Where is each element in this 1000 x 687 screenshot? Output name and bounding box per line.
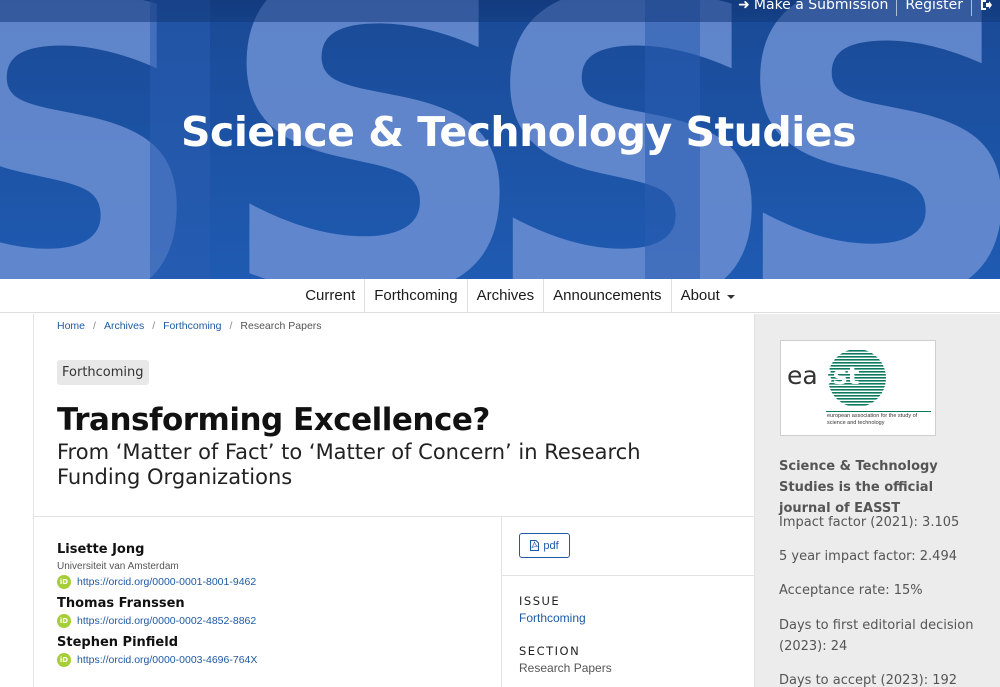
author-orcid: iD https://orcid.org/0000-0003-4696-764X [57,653,487,667]
issue-badge: Forthcoming [57,360,149,385]
author-name: Thomas Franssen [57,596,185,611]
author-name: Lisette Jong [57,542,145,557]
register-link[interactable]: Register [897,0,971,12]
nav-archives[interactable]: Archives [468,278,545,313]
orcid-link[interactable]: https://orcid.org/0000-0001-8001-9462 [77,576,256,588]
article-main: Home / Archives / Forthcoming / Research… [33,314,755,687]
easst-tagline: european association for the study of sc… [827,413,918,426]
logout-icon[interactable] [972,0,1000,11]
issue-label: ISSUE [519,594,561,608]
nav-about[interactable]: About [672,279,744,313]
author-name: Stephen Pinfield [57,635,179,650]
nav-forthcoming[interactable]: Forthcoming [365,278,468,313]
file-pdf-icon [530,540,540,551]
orcid-link[interactable]: https://orcid.org/0000-0003-4696-764X [77,654,257,666]
article-title: Transforming Excellence? [57,402,490,438]
site-header: S S S S ➜ Make a Submission Register Sci… [0,0,1000,279]
author-item: Lisette Jong Universiteit van Amsterdam … [57,542,487,589]
metric-days-first-decision: Days to first editorial decision (2023):… [779,618,974,654]
breadcrumb-home[interactable]: Home [57,320,85,332]
author-orcid: iD https://orcid.org/0000-0001-8001-9462 [57,575,487,589]
easst-word-right: sst [817,361,860,390]
site-title[interactable]: Science & Technology Studies [0,108,1000,156]
author-item: Thomas Franssen iD https://orcid.org/000… [57,596,487,628]
nav-announcements[interactable]: Announcements [544,278,672,313]
metric-days-accept: Days to accept (2023): 192 [779,673,958,687]
issue-link[interactable]: Forthcoming [519,611,586,625]
orcid-icon: iD [57,653,71,667]
pdf-label: pdf [543,539,559,552]
nav-about-label: About [680,287,720,304]
logo-rule [826,411,931,412]
sidebar: easst european association for the study… [755,314,1000,687]
orcid-link[interactable]: https://orcid.org/0000-0002-4852-8862 [77,615,256,627]
nav-current[interactable]: Current [296,278,366,313]
author-list: Lisette Jong Universiteit van Amsterdam … [57,542,487,674]
orcid-icon: iD [57,614,71,628]
make-submission-link[interactable]: ➜ Make a Submission [730,0,896,12]
section-label: SECTION [519,644,581,658]
easst-word-left: ea [787,361,818,390]
orcid-icon: iD [57,575,71,589]
breadcrumb-divider: / [93,320,96,332]
section-value: Research Papers [519,661,612,675]
register-label: Register [905,0,963,13]
metric-5yr-impact: 5 year impact factor: 2.494 [779,549,957,564]
breadcrumb-archives[interactable]: Archives [104,320,144,332]
user-nav: ➜ Make a Submission Register [730,0,1000,16]
arrow-right-icon: ➜ [738,0,750,13]
pdf-download-button[interactable]: pdf [519,533,570,558]
easst-logo[interactable]: easst european association for the study… [780,340,936,436]
breadcrumb-current: Research Papers [240,320,322,332]
chevron-down-icon [726,294,735,299]
metric-impact-factor: Impact factor (2021): 3.105 [779,515,960,530]
author-item: Stephen Pinfield iD https://orcid.org/00… [57,635,487,667]
official-journal-text: Science & Technology Studies is the offi… [779,459,938,516]
author-orcid: iD https://orcid.org/0000-0002-4852-8862 [57,614,487,628]
sidebar-meta-divider [502,575,754,576]
author-affiliation: Universiteit van Amsterdam [57,561,179,572]
breadcrumb-divider: / [152,320,156,332]
content-divider [34,516,754,517]
column-divider [501,516,502,687]
easst-wordmark: easst [787,361,859,390]
primary-nav: Current Forthcoming Archives Announcemen… [0,278,1000,313]
breadcrumb: Home / Archives / Forthcoming / Research… [57,320,322,332]
breadcrumb-forthcoming[interactable]: Forthcoming [163,320,221,332]
breadcrumb-divider: / [229,320,233,332]
metric-acceptance-rate: Acceptance rate: 15% [779,583,923,598]
article-subtitle: From ‘Matter of Fact’ to ‘Matter of Conc… [57,440,641,489]
make-submission-label: Make a Submission [753,0,889,13]
